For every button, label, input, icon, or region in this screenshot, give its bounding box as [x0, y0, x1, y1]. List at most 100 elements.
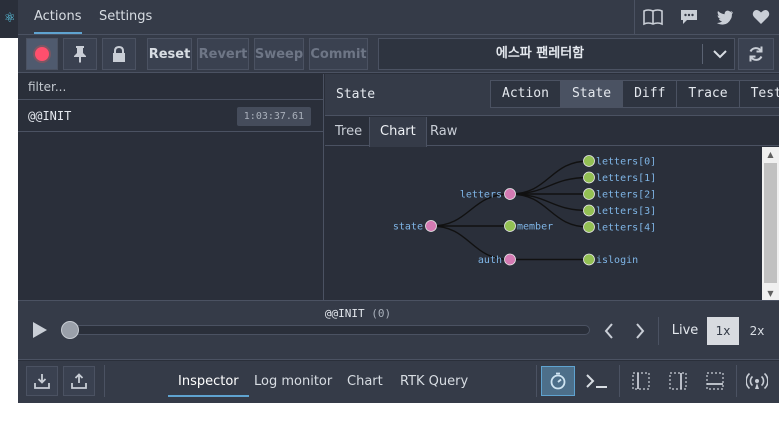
tree-node-label: state: [393, 222, 423, 233]
state-view-tabs: Tree Chart Raw: [325, 117, 779, 147]
dispatcher-button[interactable]: [541, 366, 575, 396]
tree-node[interactable]: [583, 253, 595, 266]
tab-action[interactable]: Action: [491, 81, 561, 107]
tree-node-label: letters[4]: [596, 223, 656, 234]
tab-test[interactable]: Test: [739, 81, 779, 107]
action-list-item[interactable]: @@INIT 1:03:37.61: [18, 101, 323, 132]
download-icon: [34, 374, 50, 389]
tab-diff[interactable]: Diff: [623, 81, 678, 107]
bottom-divider: [104, 365, 105, 397]
filter-input[interactable]: [18, 74, 323, 100]
upload-icon: [71, 373, 87, 389]
commit-button[interactable]: Commit: [309, 38, 368, 70]
tab-rtk-query[interactable]: RTK Query: [400, 361, 468, 397]
slider-action-name: @@INIT: [324, 307, 365, 320]
export-button[interactable]: [63, 366, 95, 396]
layout-left-button[interactable]: [624, 366, 658, 396]
react-icon: ⚛: [4, 11, 16, 26]
record-icon: [35, 47, 49, 61]
tab-log-monitor[interactable]: Log monitor: [254, 361, 332, 397]
sweep-button[interactable]: Sweep: [254, 38, 304, 70]
heart-icon[interactable]: [743, 0, 779, 34]
tab-state[interactable]: State: [560, 81, 624, 107]
tree-node[interactable]: [425, 220, 437, 232]
tree-node[interactable]: [504, 220, 516, 232]
revert-button[interactable]: Revert: [197, 38, 249, 70]
tree-node[interactable]: [504, 188, 516, 200]
broadcast-icon: [746, 372, 768, 390]
action-timestamp: 1:03:37.61: [236, 107, 311, 126]
scroll-thumb[interactable]: [764, 163, 777, 283]
slider-thumb[interactable]: [61, 321, 79, 339]
tree-node-label: auth: [478, 255, 502, 266]
slider-track[interactable]: [62, 325, 590, 335]
tab-settings[interactable]: Settings: [99, 0, 152, 34]
timer-icon: [550, 372, 566, 390]
tree-node-label: member: [517, 222, 553, 233]
inspector-title: State: [336, 87, 376, 102]
chevron-left-icon: [604, 323, 613, 339]
layout-bottom-button[interactable]: [698, 366, 732, 396]
step-forward-button[interactable]: [630, 321, 650, 341]
chevron-down-icon: [705, 39, 735, 69]
tree-node-label: islogin: [596, 255, 638, 266]
tab-inspector[interactable]: Inspector: [168, 361, 249, 397]
scroll-up-icon[interactable]: ▲: [762, 147, 779, 161]
sync-icon: [749, 46, 763, 62]
layout-left-icon: [632, 372, 650, 390]
inspector-pane: State Action State Diff Trace Test Tree …: [325, 74, 779, 300]
play-button[interactable]: [32, 321, 50, 341]
tree-node[interactable]: [583, 171, 595, 184]
tree-node[interactable]: [504, 253, 516, 266]
tree-link: [509, 193, 590, 212]
instance-select[interactable]: 에스파 팬레터함: [378, 38, 735, 70]
sync-button[interactable]: [738, 38, 774, 70]
step-back-button[interactable]: [599, 321, 619, 341]
action-list-pane: @@INIT 1:03:37.61: [18, 74, 324, 300]
inspector-mode-group: Action State Diff Trace Test: [490, 80, 779, 108]
layout-right-icon: [669, 372, 687, 390]
remote-button[interactable]: [740, 366, 774, 396]
select-divider: [702, 44, 703, 64]
tree-node-label: letters: [460, 190, 502, 201]
bottom-divider: [619, 365, 620, 397]
speed-2x-button[interactable]: 2x: [741, 317, 773, 345]
terminal-button[interactable]: [580, 366, 614, 396]
tab-raw[interactable]: Raw: [420, 117, 467, 146]
tab-tree[interactable]: Tree: [325, 117, 372, 146]
chevron-right-icon: [636, 323, 645, 339]
top-icons: [634, 0, 779, 34]
record-button[interactable]: [26, 38, 58, 70]
state-tree-chart[interactable]: state letters member auth letters[0] letters[…: [325, 147, 765, 300]
tree-node-label: letters[1]: [596, 173, 656, 184]
state-tree-svg: state letters member auth letters[0] letters[…: [393, 155, 656, 266]
tree-node-label: letters[0]: [596, 157, 656, 168]
tree-node[interactable]: [583, 204, 595, 217]
tab-actions[interactable]: Actions: [34, 0, 82, 34]
book-icon[interactable]: [635, 0, 671, 34]
tab-trace[interactable]: Trace: [677, 81, 740, 107]
import-button[interactable]: [26, 366, 58, 396]
tree-node-label: letters[3]: [596, 206, 656, 217]
bottom-divider: [736, 365, 737, 397]
play-icon: [33, 322, 47, 338]
lock-button[interactable]: [102, 38, 136, 70]
scroll-down-icon[interactable]: ▼: [762, 286, 779, 300]
chat-icon[interactable]: [671, 0, 707, 34]
tree-node-label: letters[2]: [596, 190, 656, 201]
tree-node[interactable]: [583, 221, 595, 233]
chart-scrollbar[interactable]: ▲ ▼: [762, 147, 779, 300]
tree-node[interactable]: [583, 155, 595, 167]
pin-button[interactable]: [63, 38, 97, 70]
tab-chart[interactable]: Chart: [369, 117, 427, 147]
redux-devtools-panel: Actions Settings Reset Revert Sweep Comm…: [18, 0, 779, 403]
speed-1x-button[interactable]: 1x: [707, 317, 739, 345]
bottom-divider: [536, 365, 537, 397]
layout-bottom-icon: [706, 372, 724, 390]
tab-chart-monitor[interactable]: Chart: [347, 361, 383, 397]
tree-node[interactable]: [583, 188, 595, 200]
reset-button[interactable]: Reset: [147, 38, 192, 70]
twitter-icon[interactable]: [707, 0, 743, 34]
layout-right-button[interactable]: [661, 366, 695, 396]
live-button[interactable]: Live: [668, 317, 702, 345]
